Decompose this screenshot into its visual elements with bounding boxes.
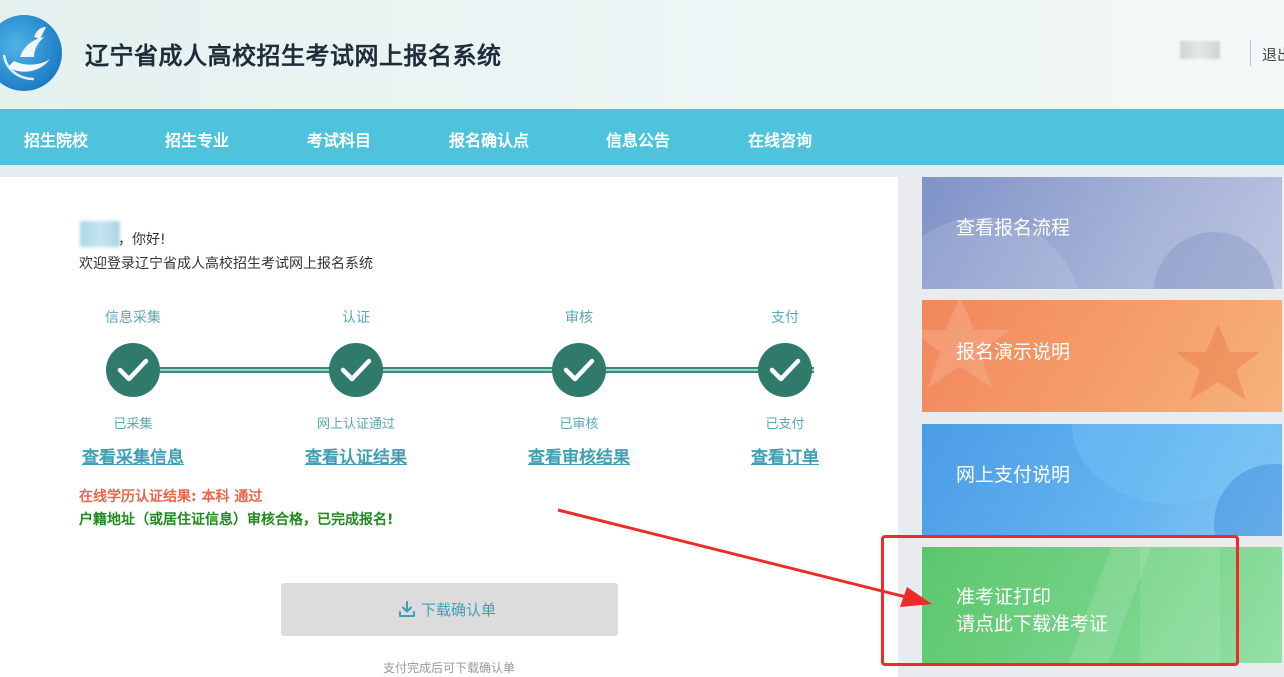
registration-process-panel[interactable]: 查看报名流程 [922, 177, 1282, 289]
step-status-verify: 网上认证通过 [316, 417, 396, 432]
panel-label-line1: 准考证打印 [956, 586, 1052, 608]
admission-ticket-print-panel[interactable]: 准考证打印 请点此下载准考证 [922, 547, 1282, 663]
user-name-blurred [80, 221, 120, 247]
nav-item-announcements[interactable]: 信息公告 [606, 127, 670, 151]
nav-item-schools[interactable]: 招生院校 [24, 127, 88, 151]
checkmark-icon [329, 343, 383, 397]
nav-item-majors[interactable]: 招生专业 [165, 127, 229, 151]
checkmark-icon [758, 343, 812, 397]
nav-item-confirm-points[interactable]: 报名确认点 [449, 127, 529, 151]
panel-decoration [1140, 547, 1220, 663]
step-title-verify: 认证 [342, 310, 370, 326]
username-blurred [1180, 41, 1220, 59]
greeting-text: ，你好! [118, 232, 166, 248]
registration-demo-panel[interactable]: 报名演示说明 [922, 300, 1282, 412]
logout-link[interactable]: 退出 [1262, 44, 1284, 65]
panel-decoration [1154, 232, 1274, 289]
download-note: 支付完成后可下载确认单 [382, 661, 516, 675]
panel-label: 网上支付说明 [956, 464, 1071, 486]
panel-decoration [1068, 547, 1152, 663]
view-order-link[interactable]: 查看订单 [751, 443, 819, 468]
registration-complete-message: 户籍地址（或居住证信息）审核合格，已完成报名! [79, 512, 394, 528]
welcome-text: 欢迎登录辽宁省成人高校招生考试网上报名系统 [79, 256, 373, 272]
nav-item-consult[interactable]: 在线咨询 [748, 127, 812, 151]
step-title-review: 审核 [565, 310, 593, 326]
main-nav: 招生院校 招生专业 考试科目 报名确认点 信息公告 在线咨询 [0, 109, 1284, 165]
header: 辽宁省成人高校招生考试网上报名系统 退出 [0, 0, 1284, 109]
view-collect-info-link[interactable]: 查看采集信息 [82, 443, 184, 468]
nav-item-subjects[interactable]: 考试科目 [307, 127, 371, 151]
view-verify-result-link[interactable]: 查看认证结果 [305, 443, 407, 468]
download-confirmation-button[interactable]: 下载确认单 [281, 583, 618, 636]
view-review-result-link[interactable]: 查看审核结果 [528, 443, 630, 468]
education-verify-result: 在线学历认证结果: 本科 通过 [79, 489, 263, 505]
step-title-collect: 信息采集 [105, 310, 161, 326]
step-status-review: 已审核 [559, 417, 599, 432]
checkmark-icon [106, 343, 160, 397]
step-title-pay: 支付 [771, 310, 799, 326]
progress-line [132, 367, 814, 373]
dove-logo-icon [0, 15, 64, 91]
step-status-pay: 已支付 [765, 417, 805, 432]
panel-label-line2: 请点此下载准考证 [956, 613, 1109, 635]
online-payment-panel[interactable]: 网上支付说明 [922, 424, 1282, 536]
step-status-collect: 已采集 [113, 417, 153, 432]
panel-label: 查看报名流程 [956, 217, 1071, 239]
panel-label: 报名演示说明 [956, 341, 1071, 363]
header-divider [1250, 40, 1251, 66]
download-button-label: 下载确认单 [421, 601, 497, 619]
download-icon [399, 601, 415, 617]
checkmark-icon [552, 343, 606, 397]
site-title: 辽宁省成人高校招生考试网上报名系统 [85, 42, 502, 70]
